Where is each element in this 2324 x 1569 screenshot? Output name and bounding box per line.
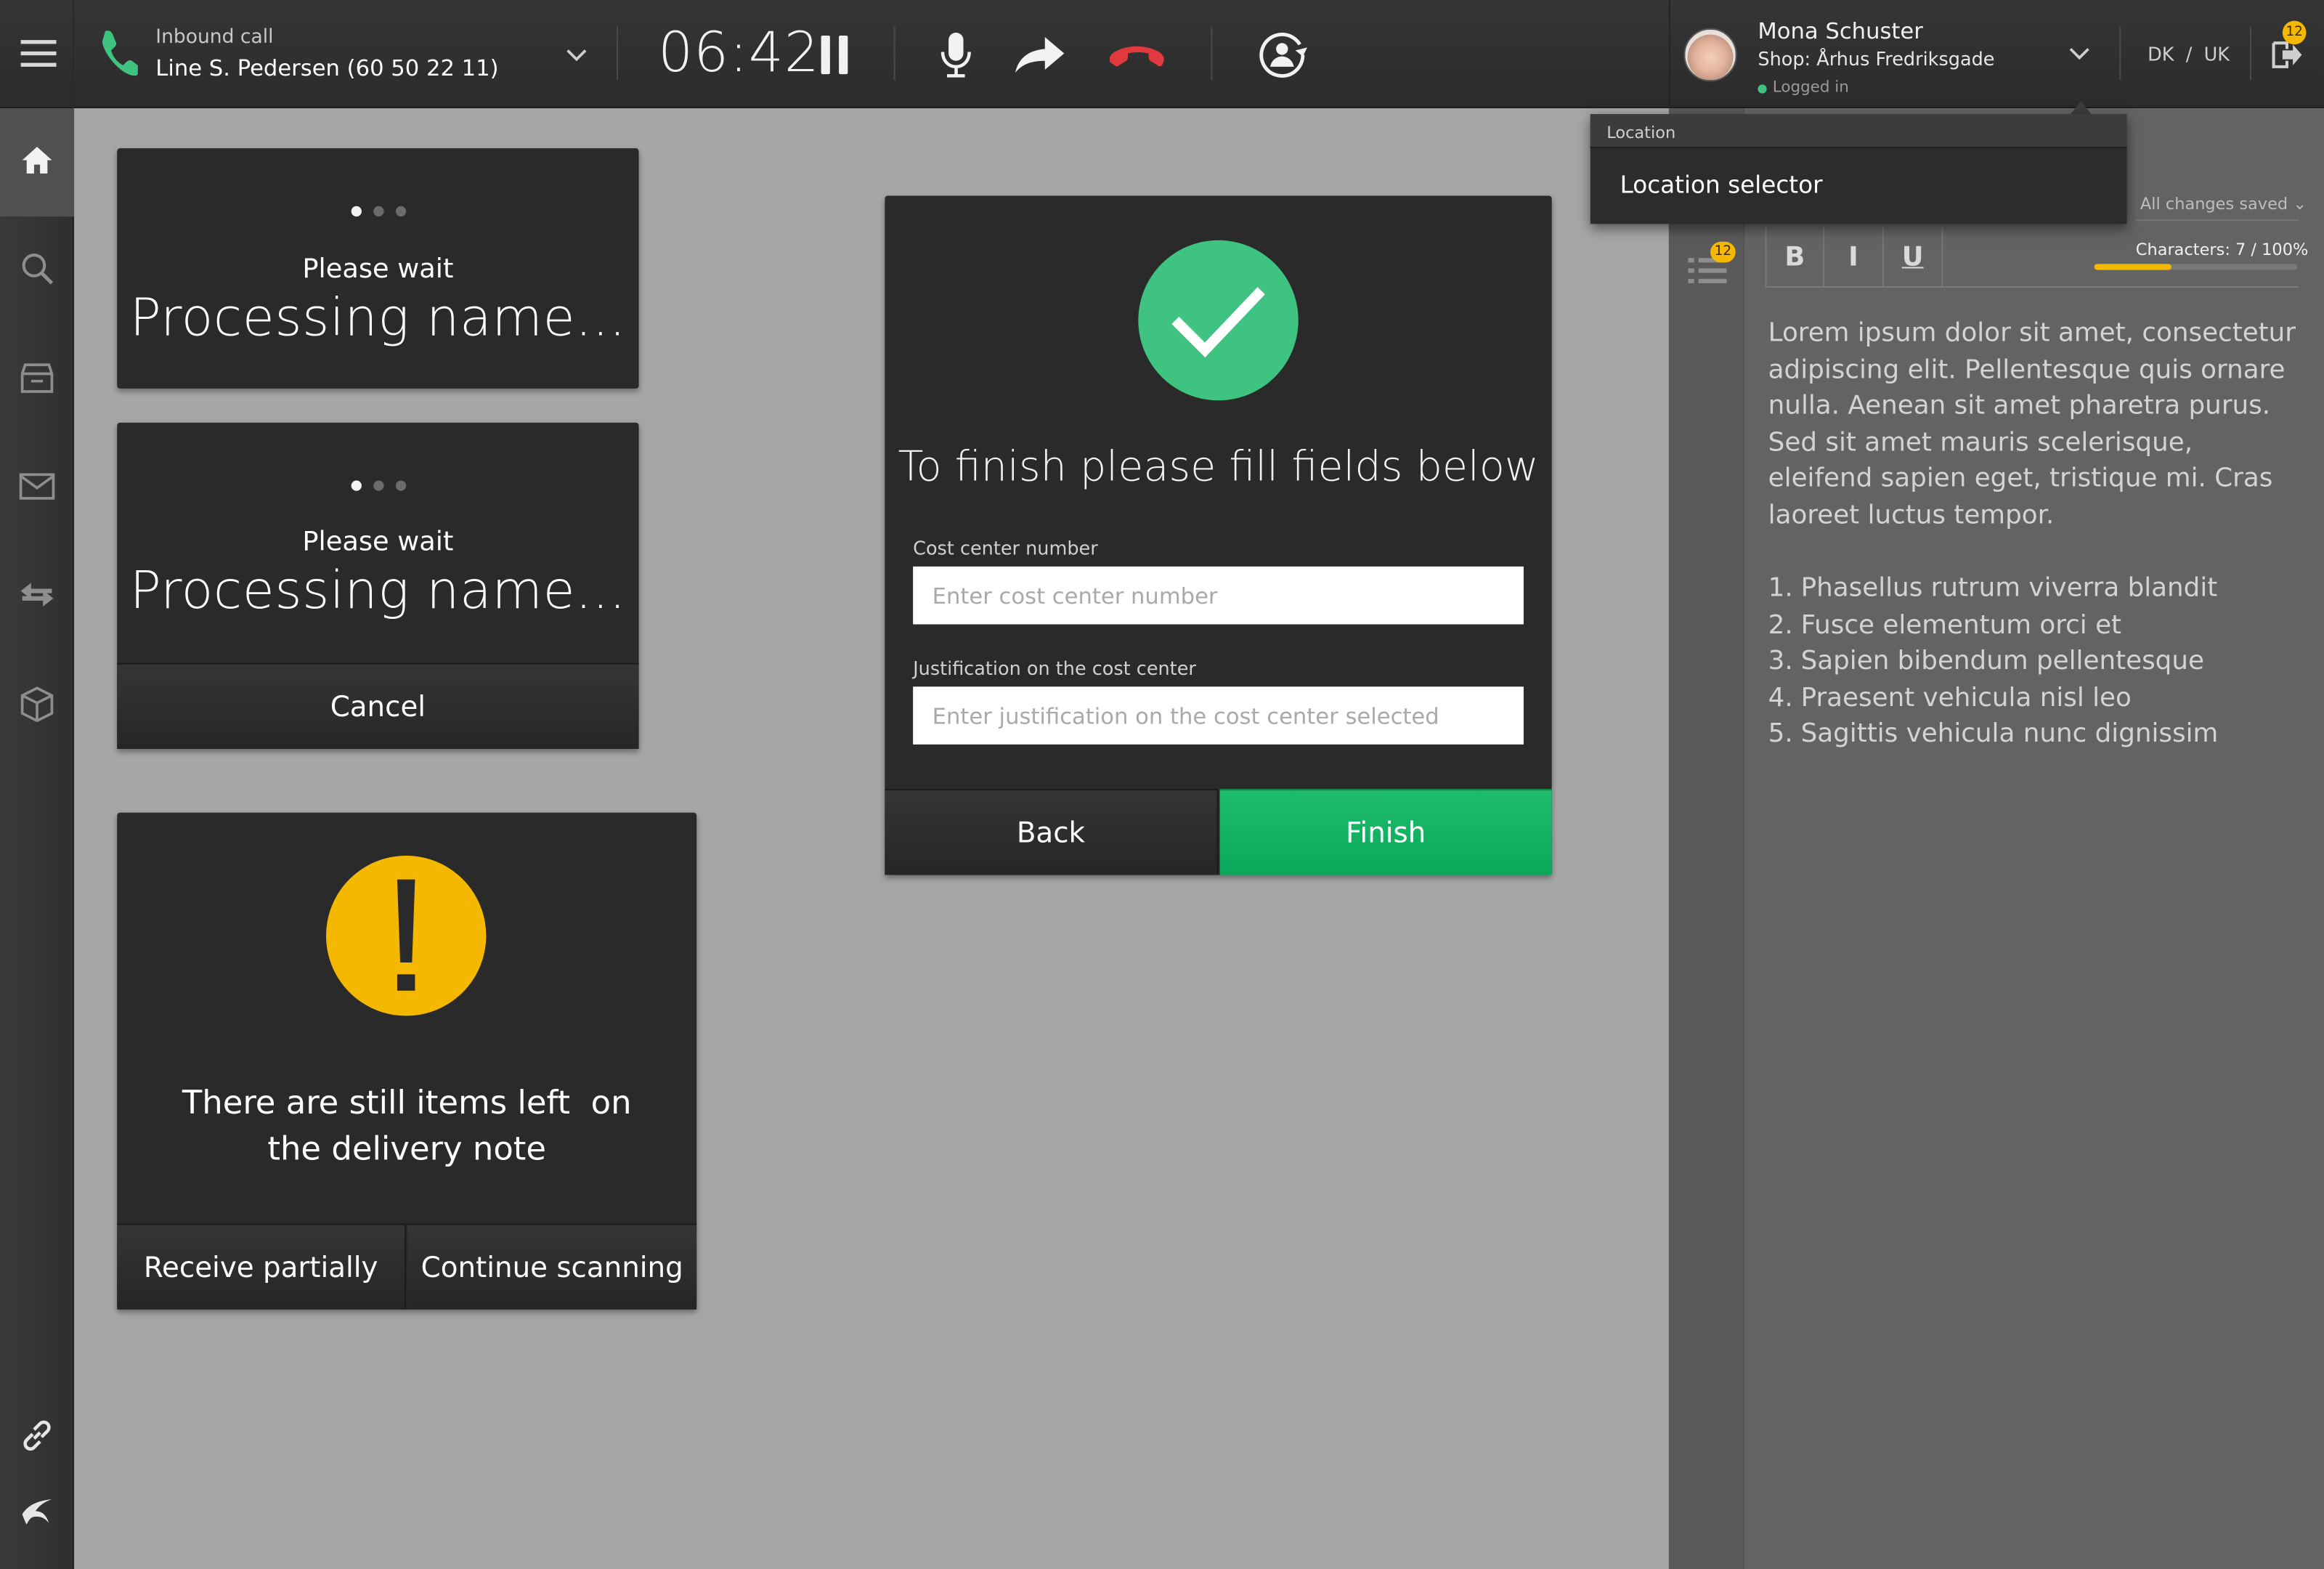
underline-button[interactable]: U (1884, 227, 1943, 287)
list-item: 4. Praesent vehicula nisl leo (1768, 683, 2132, 713)
cancel-button[interactable]: Cancel (117, 662, 639, 750)
sidebar-item-home[interactable] (0, 108, 75, 217)
archive-box-icon (20, 362, 54, 400)
user-shop: Shop: Århus Fredriksgade (1758, 47, 1995, 70)
cost-center-input[interactable] (913, 566, 1524, 625)
please-wait-label: Please wait (302, 526, 454, 558)
notes-panel-strip (1668, 108, 1745, 1569)
microphone-icon[interactable] (935, 30, 977, 80)
user-avatar[interactable] (1683, 28, 1737, 82)
loading-dots (117, 194, 638, 222)
location-dropdown: Location Location selector (1590, 114, 2127, 224)
telenor-logo-icon (20, 1496, 55, 1532)
sidebar-item-packages[interactable] (0, 672, 74, 743)
character-progress-fill (2094, 264, 2171, 270)
justification-input[interactable] (913, 686, 1524, 745)
success-check-icon (1138, 240, 1299, 401)
processing-card-cancelable: Please wait Processing name... Cancel (117, 422, 639, 750)
warning-icon (325, 856, 487, 1016)
processing-status: Processing name... (129, 561, 627, 622)
mail-icon (19, 473, 55, 506)
divider (2135, 219, 2299, 222)
processing-status: Processing name... (129, 289, 627, 349)
user-name: Mona Schuster (1758, 17, 1923, 45)
continue-scanning-button[interactable]: Continue scanning (407, 1223, 697, 1310)
sidebar-item-archive[interactable] (0, 346, 74, 417)
chevron-down-icon[interactable] (561, 41, 591, 68)
back-button[interactable]: Back (885, 789, 1219, 875)
loading-dots (117, 469, 638, 497)
phone-icon (95, 27, 139, 77)
chevron-down-icon[interactable] (2065, 40, 2095, 67)
list-item: 2. Fusce elementum orci et (1768, 610, 2122, 641)
swap-arrows-icon (20, 580, 55, 615)
pause-icon[interactable] (815, 33, 853, 77)
receive-partially-button[interactable]: Receive partially (117, 1223, 407, 1310)
online-status-dot (1758, 84, 1767, 94)
user-status: Logged in (1772, 78, 1849, 97)
link-icon (20, 1418, 55, 1459)
save-status[interactable]: All changes saved ⌄ (2140, 194, 2307, 214)
location-selector-item[interactable]: Location selector (1620, 171, 1823, 199)
list-item: 1. Phasellus rutrum viverra blandit (1768, 574, 2218, 604)
justification-label: Justification on the cost center (913, 657, 1196, 680)
italic-button[interactable]: I (1824, 227, 1884, 287)
finish-button[interactable]: Finish (1219, 789, 1552, 875)
language-switch[interactable]: DK / UK (2148, 43, 2230, 65)
top-bar: Inbound call Line S. Pedersen (60 50 22 … (0, 0, 2324, 109)
call-timer: 06:42 (658, 20, 820, 85)
user-transfer-icon[interactable] (1256, 30, 1309, 80)
call-type-label: Inbound call (155, 26, 274, 49)
list-item: 3. Sapien bibendum pellentesque (1768, 646, 2204, 677)
sidebar-item-links[interactable] (0, 1403, 74, 1474)
dropdown-header-label: Location (1606, 123, 1676, 142)
processing-card: Please wait Processing name... (117, 148, 639, 389)
bold-button[interactable]: B (1765, 227, 1825, 287)
editor-paragraph[interactable]: Lorem ipsum dolor sit amet, consectetur … (1768, 316, 2302, 535)
notification-badge: 12 (2282, 20, 2307, 45)
finish-dialog: To finish please fill fields below Cost … (885, 195, 1552, 875)
please-wait-label: Please wait (302, 254, 454, 285)
hang-up-icon[interactable] (1105, 41, 1168, 71)
hamburger-menu-icon[interactable] (17, 33, 59, 74)
dropdown-caret (2070, 100, 2092, 115)
caller-name: Line S. Pedersen (60 50 22 11) (155, 54, 499, 82)
home-icon (21, 145, 54, 180)
list-item: 5. Sagittis vehicula nunc dignissim (1768, 719, 2219, 750)
warning-message: There are still items left on the delive… (182, 1085, 632, 1169)
character-count: Characters: 7 / 100% (2135, 240, 2309, 260)
search-icon (20, 251, 55, 292)
toolbar-divider (1765, 286, 2299, 288)
delivery-warning-card: There are still items left on the delive… (117, 812, 697, 1310)
sidebar-item-mail[interactable] (0, 454, 74, 525)
chevron-down-icon: ⌄ (2293, 194, 2307, 214)
cost-center-label: Cost center number (913, 537, 1098, 559)
sidebar-item-brand[interactable] (0, 1478, 74, 1549)
sidebar-item-transfer[interactable] (0, 562, 74, 633)
list-count-badge: 12 (1710, 241, 1736, 263)
forward-arrow-icon[interactable] (1011, 33, 1068, 77)
package-box-icon (20, 686, 54, 728)
sidebar-item-search[interactable] (0, 236, 74, 307)
sidebar (0, 108, 75, 1569)
dialog-title: To finish please fill fields below (898, 442, 1539, 491)
editor-list[interactable]: 1. Phasellus rutrum viverra blandit 2. Fus… (1768, 571, 2302, 753)
